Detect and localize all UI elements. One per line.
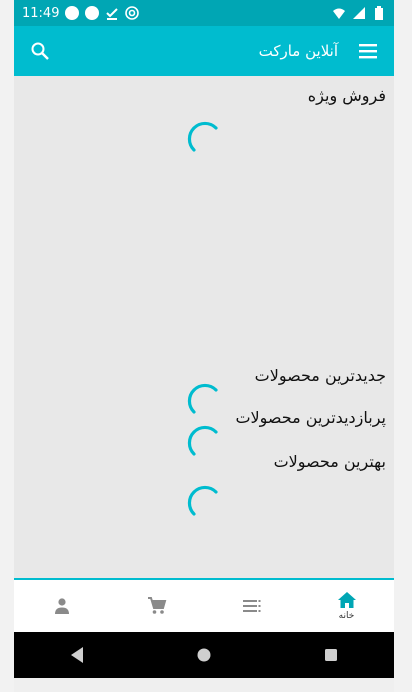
search-button[interactable] (26, 37, 54, 65)
back-icon[interactable] (69, 646, 85, 664)
home-circle-icon[interactable] (196, 647, 212, 663)
nav-item-cart[interactable] (109, 580, 204, 632)
circle-icon (85, 6, 100, 20)
bottom-navigation: خانه (14, 578, 394, 632)
cart-icon (147, 597, 166, 614)
status-time: 11:49 (22, 5, 60, 21)
menu-icon (359, 44, 377, 59)
status-left: 11:49 (22, 5, 140, 21)
home-content: فروش ویژه جدیدترین محصولات پربازدیدترین … (14, 76, 394, 578)
bottom-strip (14, 678, 394, 692)
battery-icon (372, 6, 386, 20)
section-title-newest-products: جدیدترین محصولات (254, 366, 386, 385)
person-icon (54, 598, 69, 614)
nav-item-categories[interactable] (204, 580, 299, 632)
section-title-best-products: بهترین محصولات (273, 452, 386, 471)
loading-spinner (187, 425, 218, 456)
section-title-special-sale: فروش ویژه (307, 86, 386, 105)
app-title: آنلاین مارکت (258, 42, 338, 60)
loading-spinner (187, 485, 218, 516)
search-icon (31, 42, 49, 60)
app-bar: آنلاین مارکت (14, 26, 394, 76)
nav-item-home[interactable]: خانه (299, 580, 394, 632)
status-right (332, 6, 386, 20)
wifi-icon (332, 6, 346, 20)
menu-button[interactable] (354, 37, 382, 65)
nav-item-profile[interactable] (14, 580, 109, 632)
download-done-icon (105, 6, 119, 20)
section-title-most-viewed-products: پربازدیدترین محصولات (235, 408, 386, 427)
signal-icon (352, 6, 366, 20)
nav-label-home: خانه (338, 611, 355, 621)
loading-spinner (187, 121, 218, 152)
system-navigation-bar (14, 632, 394, 678)
loading-spinner (187, 383, 218, 414)
home-icon (337, 592, 356, 608)
recents-icon[interactable] (323, 647, 339, 663)
status-bar: 11:49 (14, 0, 394, 26)
at-sign-icon (125, 6, 140, 20)
list-icon (242, 600, 260, 612)
circle-icon (65, 6, 80, 20)
app-screen: 11:49 آنلاین مارکت فروش ویژه جدیدترین مح… (14, 0, 394, 692)
